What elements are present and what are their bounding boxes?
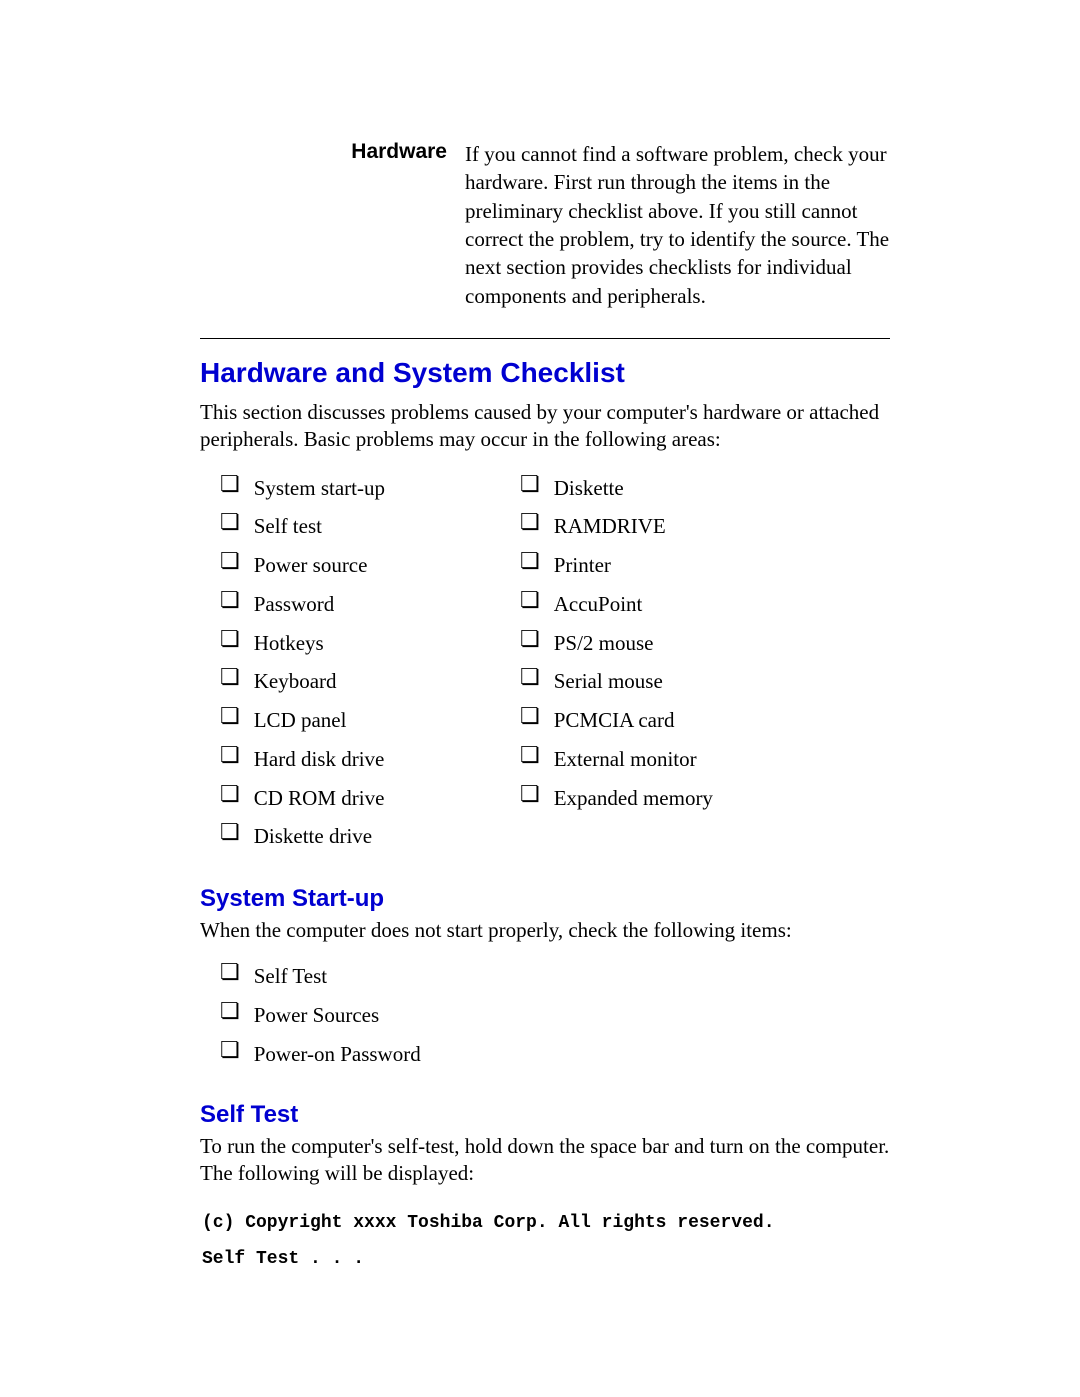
checklist-item: ❏ Power Sources bbox=[220, 997, 890, 1034]
checkbox-icon: ❏ bbox=[220, 666, 240, 688]
checklist-item: ❏ Keyboard bbox=[220, 663, 520, 700]
hardware-body-text: If you cannot find a software problem, c… bbox=[465, 140, 890, 310]
checklist-text: Keyboard bbox=[254, 663, 337, 700]
checklist-text: Serial mouse bbox=[554, 663, 663, 700]
checklist-item: ❏ RAMDRIVE bbox=[520, 508, 713, 545]
checklist-text: Self test bbox=[254, 508, 322, 545]
subsection-heading-startup: System Start-up bbox=[200, 885, 890, 913]
startup-intro-text: When the computer does not start properl… bbox=[200, 917, 890, 944]
checklist-text: Password bbox=[254, 586, 335, 623]
checklist-item: ❏ Serial mouse bbox=[520, 663, 713, 700]
checklist-text: Printer bbox=[554, 547, 611, 584]
startup-checklist: ❏ Self Test ❏ Power Sources ❏ Power-on Pass… bbox=[220, 958, 890, 1072]
checkbox-icon: ❏ bbox=[220, 705, 240, 727]
checkbox-icon: ❏ bbox=[520, 473, 540, 495]
checklist-text: Diskette bbox=[554, 470, 624, 507]
checklist-item: ❏ Diskette bbox=[520, 470, 713, 507]
checklist-item: ❏ External monitor bbox=[520, 741, 713, 778]
checklist-item: ❏ Password bbox=[220, 586, 520, 623]
checkbox-icon: ❏ bbox=[220, 511, 240, 533]
checklist-item: ❏ Hotkeys bbox=[220, 625, 520, 662]
checklist-text: CD ROM drive bbox=[254, 780, 385, 817]
checklist-text: Self Test bbox=[254, 958, 327, 995]
checkbox-icon: ❏ bbox=[220, 1039, 240, 1061]
checklist-text: PCMCIA card bbox=[554, 702, 675, 739]
checklist-item: ❏ Power source bbox=[220, 547, 520, 584]
checklist-item: ❏ PCMCIA card bbox=[520, 702, 713, 739]
checkbox-icon: ❏ bbox=[520, 589, 540, 611]
checklist-item: ❏ Expanded memory bbox=[520, 780, 713, 817]
checklist-text: Hard disk drive bbox=[254, 741, 385, 778]
checklist-text: System start-up bbox=[254, 470, 385, 507]
checkbox-icon: ❏ bbox=[220, 473, 240, 495]
checklist-item: ❏ LCD panel bbox=[220, 702, 520, 739]
checkbox-icon: ❏ bbox=[220, 1000, 240, 1022]
subsection-heading-selftest: Self Test bbox=[200, 1101, 890, 1129]
checkbox-icon: ❏ bbox=[220, 550, 240, 572]
checklist-text: PS/2 mouse bbox=[554, 625, 654, 662]
checklist-text: LCD panel bbox=[254, 702, 347, 739]
checklist-item: ❏ System start-up bbox=[220, 470, 520, 507]
checklist-text: AccuPoint bbox=[554, 586, 643, 623]
checkbox-icon: ❏ bbox=[520, 511, 540, 533]
checkbox-icon: ❏ bbox=[520, 783, 540, 805]
checkbox-icon: ❏ bbox=[520, 550, 540, 572]
checklist-item: ❏ AccuPoint bbox=[520, 586, 713, 623]
section-intro-text: This section discusses problems caused b… bbox=[200, 399, 890, 454]
checkbox-icon: ❏ bbox=[220, 783, 240, 805]
selftest-intro-text: To run the computer's self-test, hold do… bbox=[200, 1133, 890, 1188]
checklist-text: Power source bbox=[254, 547, 368, 584]
checklist-text: Expanded memory bbox=[554, 780, 713, 817]
checklist-item: ❏ Diskette drive bbox=[220, 818, 520, 855]
checkbox-icon: ❏ bbox=[520, 744, 540, 766]
checkbox-icon: ❏ bbox=[220, 961, 240, 983]
checklist-item: ❏ Hard disk drive bbox=[220, 741, 520, 778]
checklist-text: Power Sources bbox=[254, 997, 379, 1034]
checkbox-icon: ❏ bbox=[520, 705, 540, 727]
checklist-item: ❏ Self Test bbox=[220, 958, 890, 995]
checkbox-icon: ❏ bbox=[520, 666, 540, 688]
checklist-item: ❏ Power-on Password bbox=[220, 1036, 890, 1073]
checklist-column-left: ❏ System start-up ❏ Self test ❏ Power sourc… bbox=[220, 468, 520, 858]
checkbox-icon: ❏ bbox=[220, 589, 240, 611]
checklist-text: External monitor bbox=[554, 741, 697, 778]
checklist-item: ❏ Self test bbox=[220, 508, 520, 545]
section-heading: Hardware and System Checklist bbox=[200, 357, 890, 389]
document-page: Hardware If you cannot find a software p… bbox=[0, 0, 1080, 1397]
checklist-text: Hotkeys bbox=[254, 625, 324, 662]
selftest-display-output: (c) Copyright xxxx Toshiba Corp. All rig… bbox=[202, 1205, 890, 1277]
checklist-text: Power-on Password bbox=[254, 1036, 421, 1073]
checklist-item: ❏ Printer bbox=[520, 547, 713, 584]
checklist-text: Diskette drive bbox=[254, 818, 372, 855]
checklist-columns: ❏ System start-up ❏ Self test ❏ Power sourc… bbox=[220, 468, 890, 858]
checkbox-icon: ❏ bbox=[220, 628, 240, 650]
checklist-item: ❏ PS/2 mouse bbox=[520, 625, 713, 662]
checklist-item: ❏ CD ROM drive bbox=[220, 780, 520, 817]
hardware-definition-row: Hardware If you cannot find a software p… bbox=[200, 140, 890, 310]
checklist-column-right: ❏Diskette ❏RAMDRIVE ❏Printer ❏AccuPoint … bbox=[520, 468, 713, 858]
checkbox-icon: ❏ bbox=[520, 628, 540, 650]
section-divider bbox=[200, 338, 890, 339]
hardware-label: Hardware bbox=[200, 140, 465, 164]
checkbox-icon: ❏ bbox=[220, 744, 240, 766]
checklist-text: RAMDRIVE bbox=[554, 508, 666, 545]
checkbox-icon: ❏ bbox=[220, 821, 240, 843]
